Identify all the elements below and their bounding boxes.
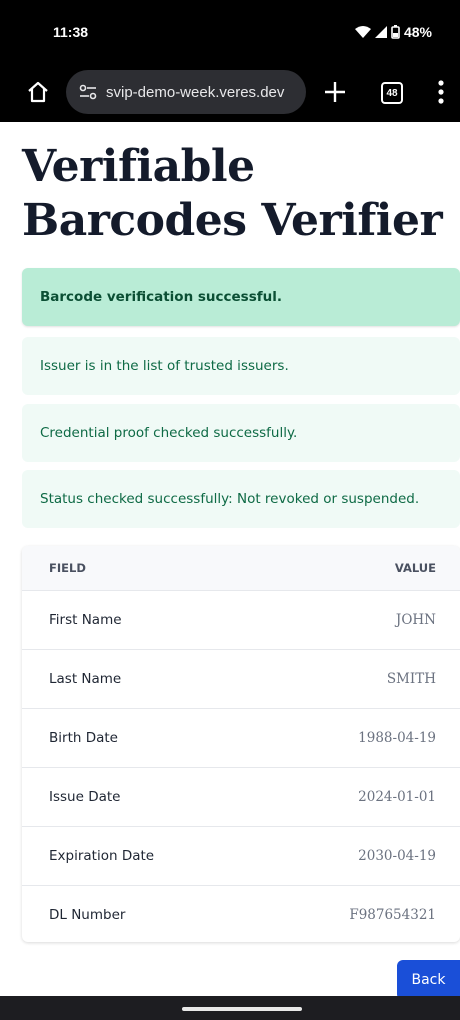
page-title-line-1: Verifiable — [22, 141, 255, 192]
wifi-icon — [354, 25, 371, 38]
page-title-line-2: Barcodes Verifier — [22, 195, 443, 246]
site-settings-icon[interactable] — [78, 84, 98, 100]
value-expiration-date: 2030-04-19 — [358, 848, 436, 864]
back-button[interactable]: Back — [397, 960, 460, 996]
field-expiration-date: Expiration Date — [49, 848, 155, 864]
alert-text: Issuer is in the list of trusted issuers… — [40, 358, 289, 374]
more-vert-icon[interactable] — [437, 79, 445, 105]
battery-level: 48% — [403, 24, 432, 40]
table-row: First Name JOHN — [22, 590, 460, 649]
table-row: Birth Date 1988-04-19 — [22, 708, 460, 767]
header-field: FIELD — [49, 561, 86, 575]
tab-count: 48 — [386, 87, 398, 99]
signal-icon — [374, 26, 387, 38]
value-issue-date: 2024-01-01 — [358, 789, 436, 805]
field-first-name: First Name — [49, 612, 122, 628]
url-text: svip-demo-week.veres.dev — [106, 83, 285, 101]
home-icon[interactable] — [26, 80, 50, 104]
alert-success: Barcode verification successful. — [22, 268, 460, 326]
gesture-handle[interactable] — [182, 1007, 302, 1011]
alert-text: Credential proof checked successfully. — [40, 425, 298, 441]
system-nav-bar — [0, 996, 460, 1020]
plus-icon[interactable] — [322, 79, 348, 105]
value-dl-number: F987654321 — [349, 907, 436, 923]
field-birth-date: Birth Date — [49, 730, 118, 746]
page-content: Verifiable Barcodes Verifier Barcode ver… — [0, 122, 460, 996]
tabs-icon[interactable]: 48 — [381, 82, 403, 104]
browser-toolbar: svip-demo-week.veres.dev 48 — [0, 62, 460, 122]
status-bar: 11:38 48% — [0, 0, 460, 62]
alert-proof: Credential proof checked successfully. — [22, 404, 460, 462]
address-bar[interactable]: svip-demo-week.veres.dev — [66, 70, 306, 114]
status-icons: 48% — [354, 24, 432, 40]
table-row: Last Name SMITH — [22, 649, 460, 708]
credential-table: FIELD VALUE First Name JOHN Last Name SM… — [22, 546, 460, 942]
table-row: Expiration Date 2030-04-19 — [22, 826, 460, 885]
alert-text: Status checked successfully: Not revoked… — [40, 491, 420, 507]
value-last-name: SMITH — [386, 671, 436, 687]
battery-icon — [391, 25, 400, 39]
status-time: 11:38 — [53, 24, 89, 40]
page-title: Verifiable Barcodes Verifier — [22, 140, 443, 248]
alert-status: Status checked successfully: Not revoked… — [22, 470, 460, 528]
value-first-name: JOHN — [395, 612, 436, 628]
alert-text: Barcode verification successful. — [40, 289, 282, 305]
value-birth-date: 1988-04-19 — [358, 730, 436, 746]
table-header: FIELD VALUE — [22, 546, 460, 590]
table-row: Issue Date 2024-01-01 — [22, 767, 460, 826]
table-row: DL Number F987654321 — [22, 885, 460, 942]
field-dl-number: DL Number — [49, 907, 126, 923]
header-value: VALUE — [394, 561, 436, 575]
field-last-name: Last Name — [49, 671, 122, 687]
alert-issuer: Issuer is in the list of trusted issuers… — [22, 337, 460, 395]
field-issue-date: Issue Date — [49, 789, 121, 805]
